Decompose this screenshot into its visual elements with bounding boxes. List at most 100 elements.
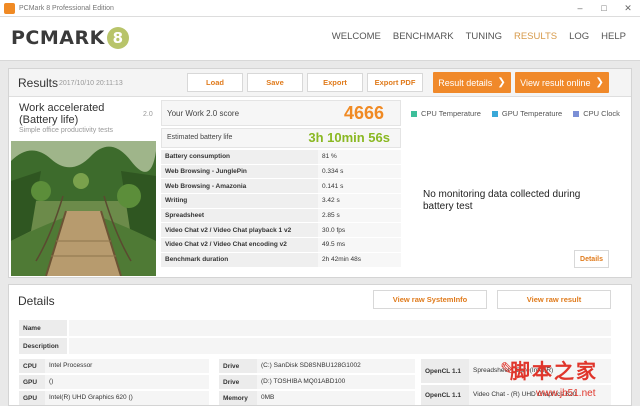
watermark-url: www.jb51.net xyxy=(536,388,596,399)
maximize-button[interactable]: □ xyxy=(592,0,616,16)
no-monitoring-message: No monitoring data collected during batt… xyxy=(423,189,581,212)
metric-value: 2h 42min 48s xyxy=(318,252,401,267)
site-watermark: ✎ 脚本之家 www.jb51.net xyxy=(500,355,640,406)
detail-row: GPU Intel(R) UHD Graphics 620 () xyxy=(19,391,209,405)
metric-name: Web Browsing - Amazonia xyxy=(161,179,318,194)
legend-label: CPU Clock xyxy=(583,109,620,118)
metric-value: 0.334 s xyxy=(318,164,401,179)
battery-row: Estimated battery life 3h 10min 56s xyxy=(161,128,401,148)
metric-name: Spreadsheet xyxy=(161,208,318,223)
detail-value: () xyxy=(45,375,209,389)
window-title: PCMark 8 Professional Edition xyxy=(19,4,114,12)
legend-label: CPU Temperature xyxy=(421,109,481,118)
description-row: Description xyxy=(19,338,611,354)
table-row: Battery consumption 81 % xyxy=(161,150,401,165)
metric-name: Writing xyxy=(161,194,318,208)
detail-value: 0MB xyxy=(257,391,415,405)
table-row: Spreadsheet 2.85 s xyxy=(161,208,401,224)
detail-key: Drive xyxy=(219,359,257,373)
details-title: Details xyxy=(18,294,55,308)
metric-name: Video Chat v2 / Video Chat encoding v2 xyxy=(161,238,318,252)
metric-value: 2.85 s xyxy=(318,208,401,223)
table-row: Video Chat v2 / Video Chat playback 1 v2… xyxy=(161,223,401,239)
swatch-icon xyxy=(491,110,498,117)
metric-name: Web Browsing - JunglePin xyxy=(161,164,318,179)
chevron-right-icon: ❯ xyxy=(497,77,506,88)
detail-key: Memory xyxy=(219,391,257,405)
result-details-button[interactable]: Result details ❯ xyxy=(433,72,511,93)
close-button[interactable]: ✕ xyxy=(616,0,640,16)
results-panel: Results 2017/10/10 20:11:13 Load Save Ex… xyxy=(8,68,632,278)
metric-value: 49.5 ms xyxy=(318,238,401,252)
name-row: Name xyxy=(19,320,611,336)
detail-row: GPU () xyxy=(19,375,209,389)
detail-row: CPU Intel Processor xyxy=(19,359,209,373)
nav-log[interactable]: LOG xyxy=(563,31,595,42)
metric-value: 81 % xyxy=(318,150,401,164)
table-row: Web Browsing - JunglePin 0.334 s xyxy=(161,164,401,180)
app-header: PCMARK 8 WELCOME BENCHMARK TUNING RESULT… xyxy=(0,17,640,61)
score-section: Your Work 2.0 score 4666 Estimated batte… xyxy=(161,100,401,277)
results-title: Results xyxy=(18,76,59,90)
description-value xyxy=(69,338,611,354)
score-value: 4666 xyxy=(343,103,384,123)
score-row: Your Work 2.0 score 4666 xyxy=(161,100,401,126)
detail-value: Intel(R) UHD Graphics 620 () xyxy=(45,391,209,405)
monitoring-legend: CPU Temperature GPU Temperature CPU Cloc… xyxy=(411,109,631,118)
metrics-table: Battery consumption 81 % Web Browsing - J… xyxy=(161,150,401,268)
detail-key: OpenCL 1.1 xyxy=(421,359,469,383)
details-button[interactable]: Details xyxy=(574,250,609,268)
export-pdf-button[interactable]: Export PDF xyxy=(367,73,423,92)
metric-value: 30.0 fps xyxy=(318,223,401,238)
detail-value: (C:) SanDisk SD8SNBU128G1002 xyxy=(257,359,415,373)
detail-row: Memory 0MB xyxy=(219,391,415,405)
name-label: Name xyxy=(19,320,67,336)
legend-cpu-clock[interactable]: CPU Clock xyxy=(573,109,620,118)
battery-label: Estimated battery life xyxy=(167,134,233,141)
swatch-icon xyxy=(411,110,417,117)
name-value xyxy=(69,320,611,336)
logo-text: PCMARK xyxy=(11,27,105,49)
battery-value: 3h 10min 56s xyxy=(308,130,390,145)
watermark-text: 脚本之家 xyxy=(510,359,598,383)
description-label: Description xyxy=(19,338,67,354)
export-button[interactable]: Export xyxy=(307,73,363,92)
window-titlebar: PCMark 8 Professional Edition – □ ✕ xyxy=(0,0,640,17)
legend-gpu-temperature[interactable]: GPU Temperature xyxy=(491,109,563,118)
nav-benchmark[interactable]: BENCHMARK xyxy=(387,31,460,42)
result-details-label: Result details xyxy=(438,77,493,88)
detail-key: OpenCL 1.1 xyxy=(421,385,469,405)
detail-key: GPU xyxy=(19,391,45,405)
save-button[interactable]: Save xyxy=(247,73,303,92)
nav-tuning[interactable]: TUNING xyxy=(460,31,508,42)
pcmark-logo: PCMARK 8 xyxy=(11,27,129,49)
results-header: Results 2017/10/10 20:11:13 Load Save Ex… xyxy=(9,69,631,97)
minimize-button[interactable]: – xyxy=(568,0,592,16)
app-icon xyxy=(4,2,15,14)
table-row: Web Browsing - Amazonia 0.141 s xyxy=(161,179,401,195)
metric-value: 3.42 s xyxy=(318,194,401,208)
swatch-icon xyxy=(573,110,580,117)
legend-label: GPU Temperature xyxy=(501,109,563,118)
detail-row: Drive (D:) TOSHIBA MQ01ABD100 xyxy=(219,375,415,389)
detail-value: Intel Processor xyxy=(45,359,209,373)
metric-name: Video Chat v2 / Video Chat playback 1 v2 xyxy=(161,223,318,238)
view-online-button[interactable]: View result online ❯ xyxy=(515,72,609,93)
detail-key: GPU xyxy=(19,375,45,389)
detail-key: Drive xyxy=(219,375,257,389)
metric-name: Benchmark duration xyxy=(161,252,318,267)
nav-welcome[interactable]: WELCOME xyxy=(326,31,387,42)
nav-help[interactable]: HELP xyxy=(595,31,632,42)
detail-value: (D:) TOSHIBA MQ01ABD100 xyxy=(257,375,415,389)
nav-results[interactable]: RESULTS xyxy=(508,31,563,42)
legend-cpu-temperature[interactable]: CPU Temperature xyxy=(411,109,481,118)
metric-value: 0.141 s xyxy=(318,179,401,194)
view-online-label: View result online xyxy=(520,77,591,88)
logo-number: 8 xyxy=(106,27,129,49)
view-raw-systeminfo-button[interactable]: View raw SystemInfo xyxy=(373,290,487,309)
load-button[interactable]: Load xyxy=(187,73,243,92)
test-version: 2.0 xyxy=(143,111,153,118)
jungle-bridge-image xyxy=(11,141,156,276)
detail-row: Drive (C:) SanDisk SD8SNBU128G1002 xyxy=(219,359,415,373)
view-raw-result-button[interactable]: View raw result xyxy=(497,290,611,309)
